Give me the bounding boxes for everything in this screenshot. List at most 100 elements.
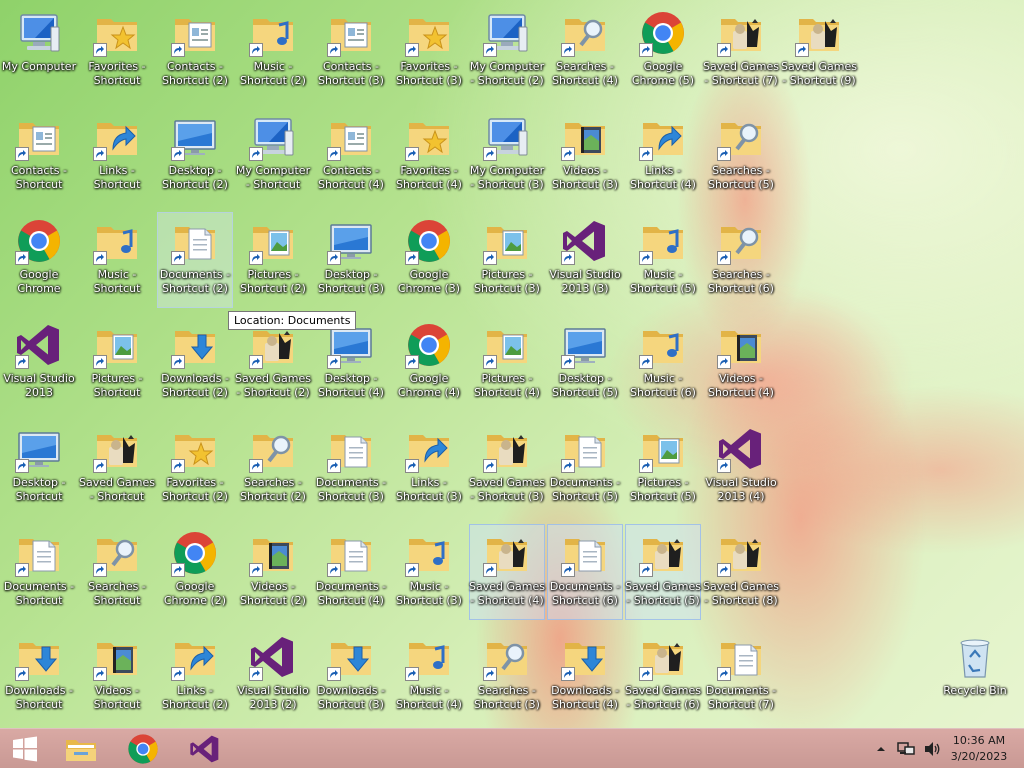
desktop-icon-documents-shortcut-5[interactable]: Documents - Shortcut (5): [547, 420, 623, 516]
desktop-icon-searches-shortcut-6[interactable]: Searches - Shortcut (6): [703, 212, 779, 308]
desktop-icon-visual-studio-2013-2[interactable]: Visual Studio 2013 (2): [235, 628, 311, 724]
desktop-icon-saved-games-shortcut-3[interactable]: Saved Games - Shortcut (3): [469, 420, 545, 516]
desktop-icon-links-shortcut-4[interactable]: Links - Shortcut (4): [625, 108, 701, 204]
desktop-icon-favorites-shortcut-4[interactable]: Favorites - Shortcut (4): [391, 108, 467, 204]
videos-icon: [93, 633, 141, 681]
desktop-icon-contacts-shortcut-4[interactable]: Contacts - Shortcut (4): [313, 108, 389, 204]
desktop-icon-saved-games-shortcut-9[interactable]: Saved Games - Shortcut (9): [781, 4, 857, 100]
start-button[interactable]: [0, 729, 50, 768]
desktop-icon-google-chrome-2[interactable]: Google Chrome (2): [157, 524, 233, 620]
desktop-icon-music-shortcut[interactable]: Music - Shortcut: [79, 212, 155, 308]
desktop-icon-videos-shortcut-3[interactable]: Videos - Shortcut (3): [547, 108, 623, 204]
desktop-icon-documents-shortcut-6[interactable]: Documents - Shortcut (6): [547, 524, 623, 620]
downloads-icon: [327, 633, 375, 681]
desktop-icon-favorites-shortcut-3[interactable]: Favorites - Shortcut (3): [391, 4, 467, 100]
desktop-icon-downloads-shortcut[interactable]: Downloads - Shortcut: [1, 628, 77, 724]
desktop-icon-google-chrome-4[interactable]: Google Chrome (4): [391, 316, 467, 412]
desktop-icon-links-shortcut[interactable]: Links - Shortcut: [79, 108, 155, 204]
desktop-icon-visual-studio-2013-3[interactable]: Visual Studio 2013 (3): [547, 212, 623, 308]
taskbar: 10:36 AM 3/20/2023: [0, 728, 1024, 768]
desktop-icon-visual-studio-2013-4[interactable]: Visual Studio 2013 (4): [703, 420, 779, 516]
desktop-icon-links-shortcut-2[interactable]: Links - Shortcut (2): [157, 628, 233, 724]
desktop-icon-documents-shortcut-4[interactable]: Documents - Shortcut (4): [313, 524, 389, 620]
desktop-icon-my-computer-shortcut-2[interactable]: My Computer - Shortcut (2): [469, 4, 545, 100]
volume-tray-button[interactable]: [920, 729, 944, 768]
desktop-icon-downloads-shortcut-3[interactable]: Downloads - Shortcut (3): [313, 628, 389, 724]
desktop-icon-saved-games-shortcut-5[interactable]: Saved Games - Shortcut (5): [625, 524, 701, 620]
desktop-icon-favorites-shortcut[interactable]: Favorites - Shortcut: [79, 4, 155, 100]
shortcut-arrow-icon: [171, 355, 185, 369]
desktop-icon-videos-shortcut-2[interactable]: Videos - Shortcut (2): [235, 524, 311, 620]
pictures-icon: [483, 217, 531, 265]
desktop-icon-downloads-shortcut-2[interactable]: Downloads - Shortcut (2): [157, 316, 233, 412]
vs-icon: [717, 425, 765, 473]
desktop-icon-label: Saved Games - Shortcut: [79, 476, 155, 503]
desktop-icon-pictures-shortcut-5[interactable]: Pictures - Shortcut (5): [625, 420, 701, 516]
desktop-icon-documents-shortcut-2[interactable]: Documents - Shortcut (2): [157, 212, 233, 308]
desktop-icon-searches-shortcut-4[interactable]: Searches - Shortcut (4): [547, 4, 623, 100]
desktop-icon-pictures-shortcut[interactable]: Pictures - Shortcut: [79, 316, 155, 412]
desktop-icon-contacts-shortcut-3[interactable]: Contacts - Shortcut (3): [313, 4, 389, 100]
desktop-icon-my-computer-shortcut-3[interactable]: My Computer - Shortcut (3): [469, 108, 545, 204]
music-icon: [405, 529, 453, 577]
desktop-icon-desktop-shortcut-2[interactable]: Desktop - Shortcut (2): [157, 108, 233, 204]
music-icon: [93, 217, 141, 265]
desktop-icon-links-shortcut-3[interactable]: Links - Shortcut (3): [391, 420, 467, 516]
desktop-icon-recycle-bin[interactable]: Recycle Bin: [937, 628, 1013, 724]
desktop-icon-pictures-shortcut-4[interactable]: Pictures - Shortcut (4): [469, 316, 545, 412]
desktop-icon-music-shortcut-5[interactable]: Music - Shortcut (5): [625, 212, 701, 308]
clock[interactable]: 10:36 AM 3/20/2023: [944, 733, 1014, 765]
desktop-icon-videos-shortcut-4[interactable]: Videos - Shortcut (4): [703, 316, 779, 412]
desktop-icon-google-chrome-3[interactable]: Google Chrome (3): [391, 212, 467, 308]
desktop-icon-label: Saved Games - Shortcut (7): [703, 60, 779, 87]
network-tray-button[interactable]: [894, 729, 918, 768]
desktop-icon-music-shortcut-2[interactable]: Music - Shortcut (2): [235, 4, 311, 100]
desktop-icon-desktop-shortcut-3[interactable]: Desktop - Shortcut (3): [313, 212, 389, 308]
desktop-icon-visual-studio-2013[interactable]: Visual Studio 2013: [1, 316, 77, 412]
desktop-icon-documents-shortcut-7[interactable]: Documents - Shortcut (7): [703, 628, 779, 724]
desktop-icon-music-shortcut-3[interactable]: Music - Shortcut (3): [391, 524, 467, 620]
desktop-icon-label: Google Chrome (3): [397, 268, 461, 295]
desktop-icon-label: Searches - Shortcut (3): [474, 684, 540, 711]
desktop-icon-google-chrome[interactable]: Google Chrome: [1, 212, 77, 308]
shortcut-arrow-icon: [795, 43, 809, 57]
music-icon: [639, 217, 687, 265]
desktop-icon-saved-games-shortcut-7[interactable]: Saved Games - Shortcut (7): [703, 4, 779, 100]
desktop-icon-saved-games-shortcut-6[interactable]: Saved Games - Shortcut (6): [625, 628, 701, 724]
desktop-icon-google-chrome-5[interactable]: Google Chrome (5): [625, 4, 701, 100]
shortcut-arrow-icon: [327, 563, 341, 577]
desktop-icon-label: Downloads - Shortcut: [5, 684, 73, 711]
desktop-icon-my-computer-shortcut[interactable]: My Computer - Shortcut: [235, 108, 311, 204]
desktop[interactable]: My Computer Favorites - Shortcut Contacts …: [0, 0, 1024, 728]
desktop-icon-desktop-shortcut-5[interactable]: Desktop - Shortcut (5): [547, 316, 623, 412]
desktop-icon-saved-games-shortcut[interactable]: Saved Games - Shortcut: [79, 420, 155, 516]
desktop-icon-desktop-shortcut[interactable]: Desktop - Shortcut: [1, 420, 77, 516]
desktop-icon-label: Contacts - Shortcut (2): [162, 60, 228, 87]
desktop-icon-pictures-shortcut-2[interactable]: Pictures - Shortcut (2): [235, 212, 311, 308]
desktop-icon-pictures-shortcut-3[interactable]: Pictures - Shortcut (3): [469, 212, 545, 308]
shortcut-arrow-icon: [93, 355, 107, 369]
desktop-icon-contacts-shortcut[interactable]: Contacts - Shortcut: [1, 108, 77, 204]
desktop-icon-saved-games-shortcut-2[interactable]: Saved Games - Shortcut (2): [235, 316, 311, 412]
desktop-icon-searches-shortcut-5[interactable]: Searches - Shortcut (5): [703, 108, 779, 204]
desktop-icon-saved-games-shortcut-4[interactable]: Saved Games - Shortcut (4): [469, 524, 545, 620]
desktop-icon-my-computer[interactable]: My Computer: [1, 4, 77, 100]
desktop-icon-contacts-shortcut-2[interactable]: Contacts - Shortcut (2): [157, 4, 233, 100]
desktop-icon-searches-shortcut[interactable]: Searches - Shortcut: [79, 524, 155, 620]
desktop-icon-searches-shortcut-3[interactable]: Searches - Shortcut (3): [469, 628, 545, 724]
desktop-icon-downloads-shortcut-4[interactable]: Downloads - Shortcut (4): [547, 628, 623, 724]
chrome-taskbar-button[interactable]: [118, 729, 168, 768]
desktop-icon-videos-shortcut[interactable]: Videos - Shortcut: [79, 628, 155, 724]
desktop-icon-favorites-shortcut-2[interactable]: Favorites - Shortcut (2): [157, 420, 233, 516]
desktop-icon-desktop-shortcut-4[interactable]: Desktop - Shortcut (4): [313, 316, 389, 412]
desktop-icon-documents-shortcut-3[interactable]: Documents - Shortcut (3): [313, 420, 389, 516]
visual-studio-taskbar-button[interactable]: [180, 729, 230, 768]
desktop-icon-music-shortcut-4[interactable]: Music - Shortcut (4): [391, 628, 467, 724]
desktop-icon-label: Visual Studio 2013 (3): [549, 268, 621, 295]
desktop-icon-music-shortcut-6[interactable]: Music - Shortcut (6): [625, 316, 701, 412]
file-explorer-button[interactable]: [56, 729, 106, 768]
desktop-icon-searches-shortcut-2[interactable]: Searches - Shortcut (2): [235, 420, 311, 516]
desktop-icon-documents-shortcut[interactable]: Documents - Shortcut: [1, 524, 77, 620]
show-hidden-icons-button[interactable]: [872, 729, 890, 768]
desktop-icon-saved-games-shortcut-8[interactable]: Saved Games - Shortcut (8): [703, 524, 779, 620]
